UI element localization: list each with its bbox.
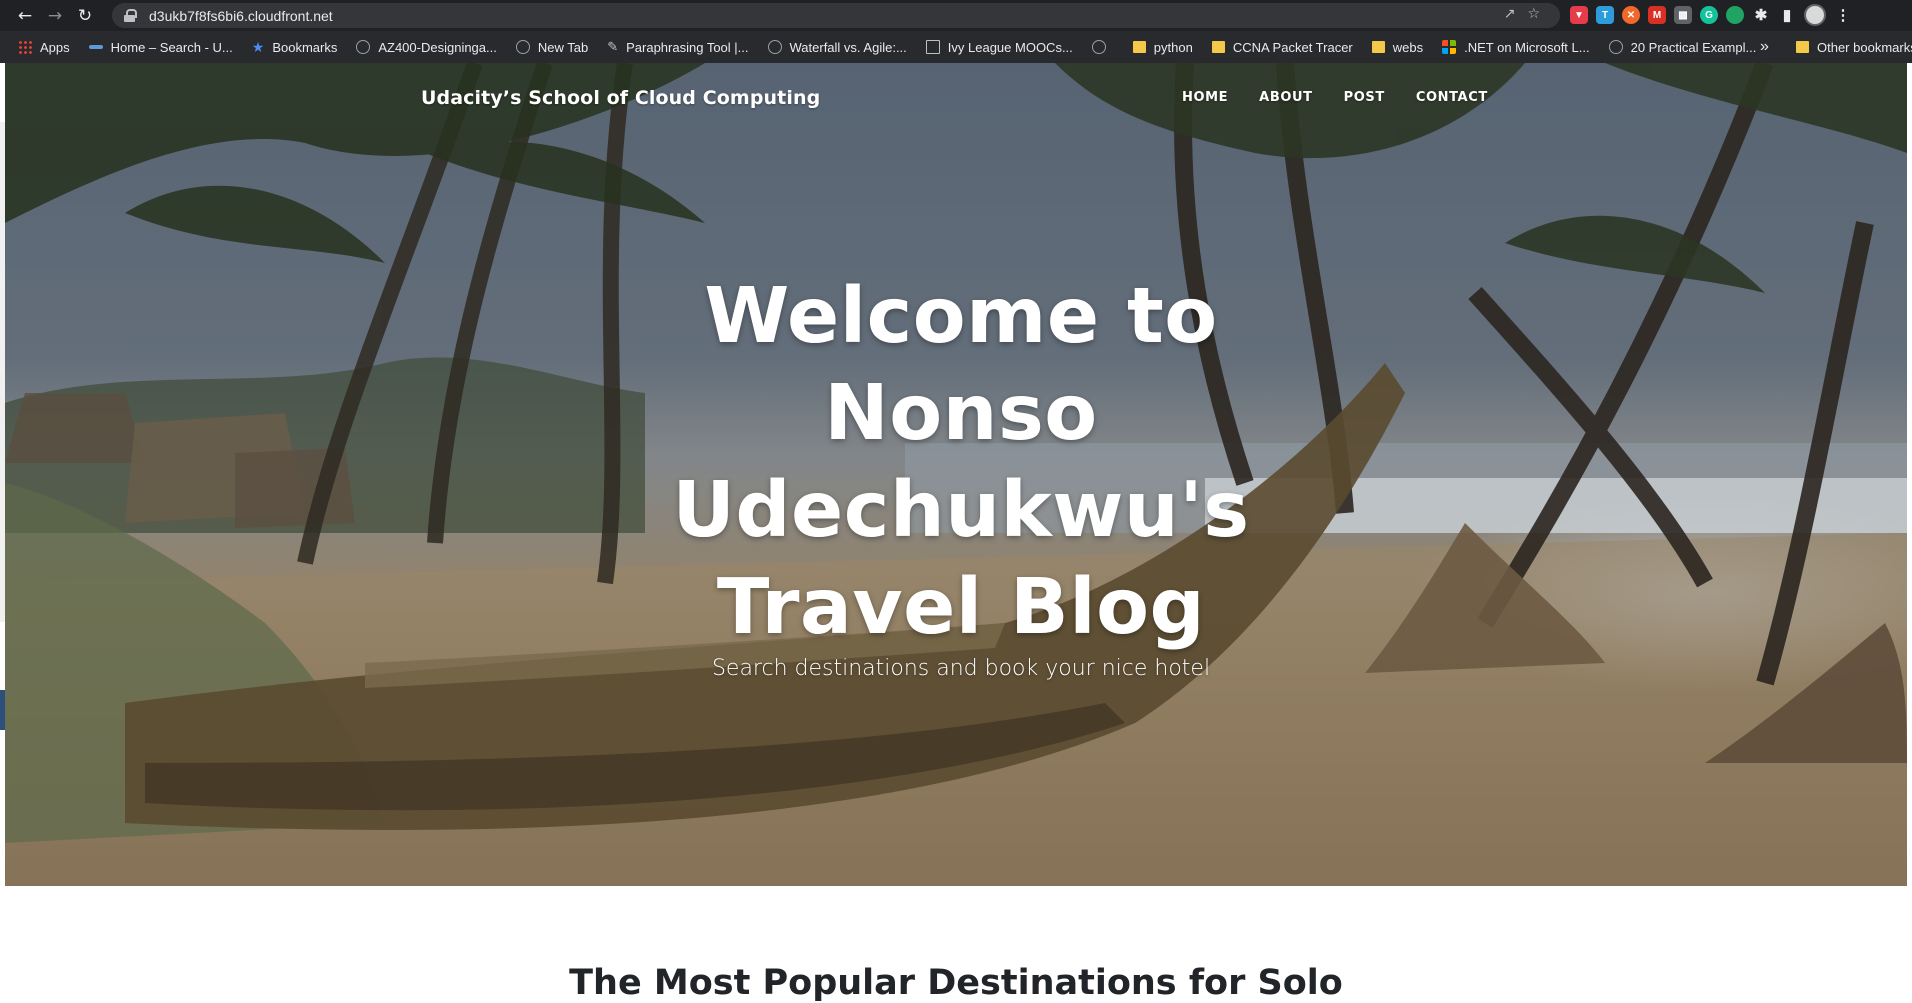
hero-title-line: Travel Blog: [716, 563, 1206, 652]
url-text[interactable]: d3ukb7f8fs6bi6.cloudfront.net: [149, 8, 333, 24]
profile-avatar[interactable]: [1804, 4, 1826, 26]
folder-icon: [1371, 41, 1385, 53]
hero-title-line: Nonso: [824, 369, 1098, 458]
orange-extension-icon[interactable]: ✕: [1622, 6, 1640, 24]
bookmark-bookmarks[interactable]: ★ Bookmarks: [252, 39, 338, 56]
bookmark-waterfall-agile[interactable]: Waterfall vs. Agile:...: [767, 40, 907, 55]
globe-icon: [1091, 40, 1106, 54]
nav-contact-link[interactable]: CONTACT: [1416, 90, 1488, 105]
bookmark-home-search[interactable]: Home – Search - U...: [88, 40, 233, 55]
folder-icon: [1132, 41, 1146, 53]
menu-kebab-icon[interactable]: ⋮: [1834, 6, 1852, 24]
hero-title-line: Udechukwu's: [672, 466, 1250, 555]
section-heading: The Most Popular Destinations for Solo: [569, 963, 1343, 1003]
bookmark-folder-python[interactable]: python: [1132, 40, 1193, 55]
nav-menu: HOME ABOUT POST CONTACT: [1182, 90, 1519, 105]
bookmarks-overflow-button[interactable]: »: [1760, 31, 1769, 63]
hero-title: Welcome to Nonso Udechukwu's Travel Blog: [625, 268, 1297, 656]
square-icon: [925, 40, 940, 54]
globe-icon: [1608, 40, 1623, 54]
back-button[interactable]: ←: [10, 1, 40, 31]
hero-title-line: Welcome to: [704, 272, 1218, 361]
translate-extension-icon[interactable]: T: [1596, 6, 1614, 24]
microsoft-icon: [1442, 40, 1457, 54]
address-bar[interactable]: d3ukb7f8fs6bi6.cloudfront.net ↗ ☆: [112, 3, 1560, 28]
other-bookmarks-folder[interactable]: Other bookmarks: [1796, 31, 1912, 63]
pen-icon: ✎: [607, 39, 619, 54]
nav-post-link[interactable]: POST: [1344, 90, 1385, 105]
hero-header: Udacity’s School of Cloud Computing HOME…: [5, 63, 1907, 886]
bookmark-unnamed[interactable]: [1091, 40, 1114, 54]
bookmark-dotnet[interactable]: .NET on Microsoft L...: [1442, 40, 1590, 55]
mail-extension-icon[interactable]: M: [1648, 6, 1666, 24]
bookmark-new-tab[interactable]: New Tab: [515, 40, 588, 55]
reload-button[interactable]: ↻: [70, 1, 100, 31]
bookmark-folder-webs[interactable]: webs: [1371, 40, 1423, 55]
apps-grid-icon: [18, 40, 32, 54]
nav-about-link[interactable]: ABOUT: [1259, 90, 1312, 105]
globe-icon: [767, 40, 782, 54]
green-extension-icon[interactable]: [1726, 6, 1744, 24]
bookmark-paraphrasing-tool[interactable]: ✎ Paraphrasing Tool |...: [607, 39, 748, 55]
folder-icon: [1796, 41, 1809, 53]
globe-icon: [515, 40, 530, 54]
star-icon: ★: [251, 38, 265, 55]
nav-home-link[interactable]: HOME: [1182, 90, 1228, 105]
globe-icon: [356, 40, 371, 54]
pocket-extension-icon[interactable]: ▼: [1570, 6, 1588, 24]
bookmarks-bar: Apps Home – Search - U... ★ Bookmarks AZ4…: [0, 31, 1912, 63]
puzzle-extensions-icon[interactable]: ✱: [1752, 6, 1770, 24]
side-panel-icon[interactable]: ▮: [1778, 6, 1796, 24]
chart-extension-icon[interactable]: ▩: [1674, 6, 1692, 24]
folder-icon: [1211, 41, 1225, 53]
site-icon: [88, 45, 103, 49]
bookmark-star-icon[interactable]: ☆: [1527, 6, 1540, 22]
browser-toolbar: ← → ↻ d3ukb7f8fs6bi6.cloudfront.net ↗ ☆ …: [0, 0, 1912, 31]
bookmark-az400[interactable]: AZ400-Designinga...: [356, 40, 497, 55]
site-brand-link[interactable]: Udacity’s School of Cloud Computing: [421, 87, 820, 109]
bookmark-practical-examples[interactable]: 20 Practical Exampl...: [1608, 40, 1756, 55]
site-navbar: Udacity’s School of Cloud Computing HOME…: [5, 63, 1907, 133]
grammarly-extension-icon[interactable]: G: [1700, 6, 1718, 24]
extensions-bar: ▼ T ✕ M ▩ G ✱ ▮ ⋮: [1570, 4, 1852, 26]
bookmark-apps[interactable]: Apps: [18, 40, 70, 55]
hero-subtitle: Search destinations and book your nice h…: [711, 656, 1211, 681]
bookmark-ivy-league[interactable]: Ivy League MOOCs...: [925, 40, 1073, 55]
bookmark-folder-ccna[interactable]: CCNA Packet Tracer: [1211, 40, 1353, 55]
forward-button[interactable]: →: [40, 1, 70, 31]
lock-icon: [124, 9, 137, 22]
share-icon[interactable]: ↗: [1504, 6, 1516, 22]
